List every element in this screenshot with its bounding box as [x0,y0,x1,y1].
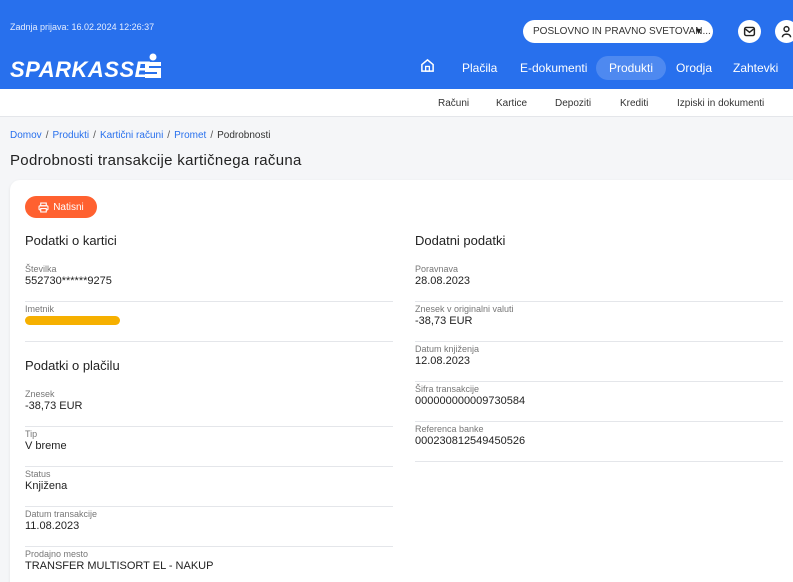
nav-zahtevki[interactable]: Zahtevki [733,61,778,75]
print-button-label: Natisni [53,201,84,213]
sparkasse-logo-icon [145,53,161,78]
field-value: 28.08.2023 [415,275,471,287]
breadcrumb-current: Podrobnosti [217,130,271,141]
subnav-racuni[interactable]: Računi [438,98,469,109]
top-header: Zadnja prijava: 16.02.2024 12:26:37 POSL… [0,0,793,89]
print-button[interactable]: Natisni [25,196,97,218]
home-icon[interactable] [420,58,435,73]
breadcrumb-separator: / [45,130,49,141]
breadcrumb-separator: / [167,130,171,141]
messages-button[interactable] [738,20,761,43]
field-tip: Tip V breme [25,427,393,467]
field-value: Knjižena [25,480,68,492]
field-label: Status [25,469,51,479]
subnav-izpiski[interactable]: Izpiski in dokumenti [677,98,764,109]
nav-placila[interactable]: Plačila [462,61,497,75]
subnav-depoziti[interactable]: Depoziti [555,98,591,109]
redacted-value [25,316,120,325]
breadcrumb-produkti[interactable]: Produkti [52,130,89,141]
page-title: Podrobnosti transakcije kartičnega račun… [10,152,302,169]
field-prodajno-mesto: Prodajno mesto TRANSFER MULTISORT EL - N… [25,547,393,582]
breadcrumb-domov[interactable]: Domov [10,130,42,141]
field-datum-transakcije: Datum transakcije 11.08.2023 [25,507,393,547]
field-label: Številka [25,264,57,274]
field-znesek: Znesek -38,73 EUR [25,387,393,427]
sparkasse-logo[interactable]: SPARKASSE [10,57,150,83]
field-datum-knjizenja: Datum knjiženja 12.08.2023 [415,342,783,382]
field-value: -38,73 EUR [415,315,473,327]
field-value: 552730******9275 [25,275,112,287]
field-status: Status Knjižena [25,467,393,507]
breadcrumb-separator: / [93,130,96,141]
field-stevilka: Številka 552730******9275 [25,262,393,302]
field-znesek-originalni: Znesek v originalni valuti -38,73 EUR [415,302,783,342]
field-sifra-transakcije: Šifra transakcije 000000000009730584 [415,382,783,422]
field-value: 000230812549450526 [415,435,526,447]
breadcrumb-separator: / [210,130,214,141]
field-label: Prodajno mesto [25,549,89,559]
field-label: Šifra transakcije [415,384,480,394]
field-label: Tip [25,429,38,439]
field-value: 000000000009730584 [415,395,526,407]
field-label: Znesek v originalni valuti [415,304,514,314]
subnav-kartice[interactable]: Kartice [496,98,527,109]
breadcrumb-promet[interactable]: Promet [174,130,206,141]
company-select[interactable]: POSLOVNO IN PRAVNO SVETOVAN... ▼ [523,20,713,43]
field-label: Znesek [25,389,55,399]
mail-icon [743,26,756,37]
subnav-krediti[interactable]: Krediti [620,98,648,109]
products-subnav: Računi Kartice Depoziti Krediti Izpiski … [0,89,793,117]
breadcrumb: Domov / Produkti / Kartični računi / Promet / Po… [10,130,270,141]
profile-button[interactable] [775,20,793,43]
field-referenca-banke: Referenca banke 000230812549450526 [415,422,783,462]
extra-info-title: Dodatni podatki [415,233,506,248]
field-imetnik: Imetnik [25,302,393,342]
field-value: V breme [25,440,67,452]
field-poravnava: Poravnava 28.08.2023 [415,262,783,302]
chevron-down-icon: ▼ [694,26,703,36]
field-value: TRANSFER MULTISORT EL - NAKUP [25,560,214,572]
field-label: Datum knjiženja [415,344,480,354]
nav-e-dokumenti[interactable]: E-dokumenti [520,61,587,75]
nav-orodja[interactable]: Orodja [676,61,712,75]
user-icon [781,25,792,38]
field-label: Referenca banke [415,424,484,434]
nav-produkti[interactable]: Produkti [596,56,667,80]
card-info-title: Podatki o kartici [25,233,117,248]
field-label: Imetnik [25,304,55,314]
printer-icon [38,201,49,213]
breadcrumb-karticni-racuni[interactable]: Kartični računi [100,130,163,141]
field-value: -38,73 EUR [25,400,83,412]
field-value: 11.08.2023 [25,520,80,532]
field-label: Poravnava [415,264,459,274]
field-label: Datum transakcije [25,509,98,519]
company-select-value: POSLOVNO IN PRAVNO SVETOVAN... [533,26,711,37]
payment-info-title: Podatki o plačilu [25,358,120,373]
last-login-text: Zadnja prijava: 16.02.2024 12:26:37 [10,22,155,32]
field-value: 12.08.2023 [415,355,471,367]
